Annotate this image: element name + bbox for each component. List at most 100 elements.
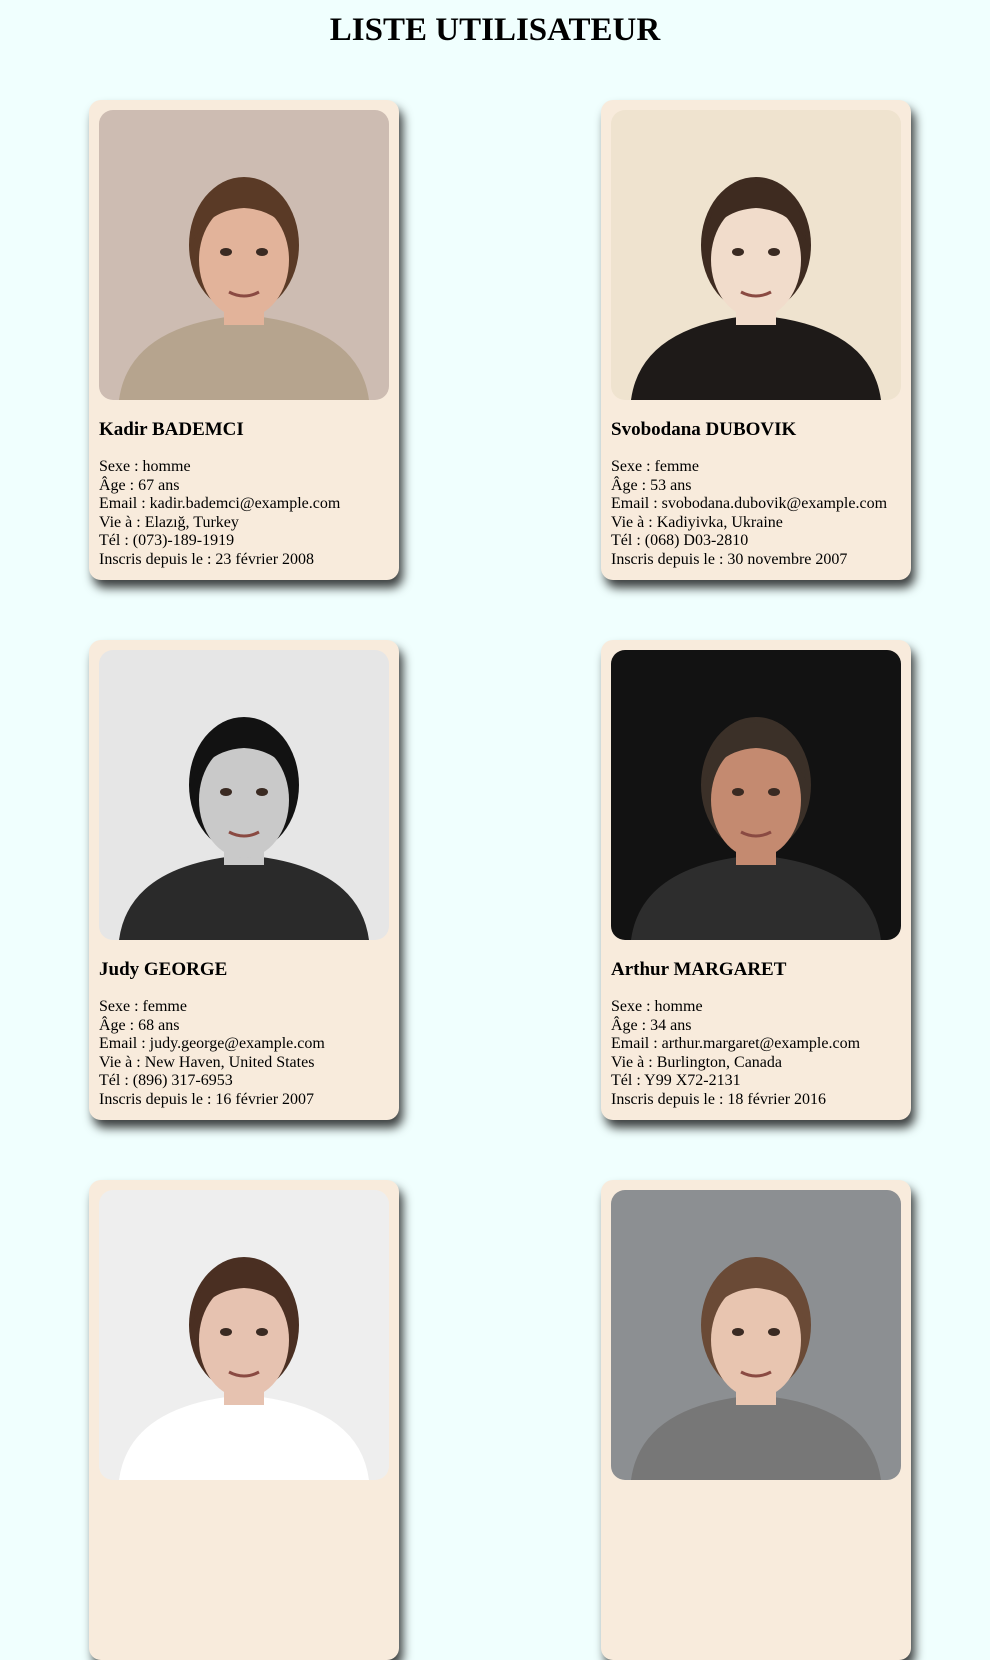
location-value: Elazığ, Turkey <box>144 513 239 531</box>
email-label: Email : <box>611 1035 662 1052</box>
user-gender: Sexe : femme <box>99 998 389 1017</box>
page-title: LISTE UTILISATEUR <box>329 12 661 48</box>
portrait-icon <box>99 650 389 940</box>
user-email: Email : svobodana.dubovik@example.com <box>611 495 901 514</box>
registered-value: 16 février 2007 <box>215 1090 315 1108</box>
user-photo <box>99 650 389 940</box>
portrait-icon <box>99 1190 389 1480</box>
user-photo <box>611 650 901 940</box>
age-unit: ans <box>666 476 692 494</box>
user-card: Judy GEORGE Sexe : femme Âge : 68 ans Em… <box>89 640 399 1120</box>
gender-value: femme <box>142 998 187 1015</box>
user-photo <box>99 110 389 400</box>
user-age: Âge : 34 ans <box>611 1017 901 1036</box>
registered-value: 23 février 2008 <box>215 550 315 568</box>
age-value: 53 <box>650 476 667 494</box>
gender-label: Sexe : <box>99 998 143 1015</box>
user-info: Sexe : femme Âge : 68 ans Email : judy.g… <box>99 998 389 1109</box>
location-value: Burlington, Canada <box>656 1053 782 1071</box>
email-label: Email : <box>99 495 150 512</box>
age-label: Âge : <box>611 1016 651 1034</box>
user-gender: Sexe : femme <box>611 458 901 477</box>
phone-label: Tél : <box>611 1072 645 1089</box>
user-gender: Sexe : homme <box>611 998 901 1017</box>
user-name: Arthur MARGARET <box>611 959 787 980</box>
phone-label: Tél : <box>99 532 133 549</box>
portrait-icon <box>611 650 901 940</box>
gender-label: Sexe : <box>99 458 143 475</box>
user-gender: Sexe : homme <box>99 458 389 477</box>
user-registered: Inscris depuis le : 23 février 2008 <box>99 551 389 570</box>
user-card: Sexe : Âge : ans Email : Vie à : Tél : I… <box>601 1180 911 1660</box>
user-email: Email : arthur.margaret@example.com <box>611 1035 901 1054</box>
age-unit: ans <box>154 1016 180 1034</box>
user-phone: Tél : (068) D03-2810 <box>611 532 901 551</box>
user-photo <box>611 110 901 400</box>
user-email: Email : kadir.bademci@example.com <box>99 495 389 514</box>
location-label: Vie à : <box>99 513 145 531</box>
location-label: Vie à : <box>611 513 657 531</box>
registered-label: Inscris depuis le : <box>99 550 216 568</box>
email-value: judy.george@example.com <box>149 1035 325 1052</box>
age-label: Âge : <box>611 476 651 494</box>
user-card: Svobodana DUBOVIK Sexe : femme Âge : 53 … <box>601 100 911 580</box>
user-info: Sexe : femme Âge : 53 ans Email : svobod… <box>611 458 901 569</box>
portrait-icon <box>99 110 389 400</box>
age-label: Âge : <box>99 1016 139 1034</box>
user-card: Arthur MARGARET Sexe : homme Âge : 34 an… <box>601 640 911 1120</box>
email-value: arthur.margaret@example.com <box>661 1035 861 1052</box>
user-location: Vie à : Kadiyivka, Ukraine <box>611 514 901 533</box>
age-label: Âge : <box>99 476 139 494</box>
phone-value: (896) 317-6953 <box>132 1072 233 1089</box>
user-name: Judy GEORGE <box>99 959 228 980</box>
user-phone: Tél : (073)-189-1919 <box>99 532 389 551</box>
email-value: kadir.bademci@example.com <box>149 495 341 512</box>
user-card: Sexe : Âge : ans Email : Vie à : Tél : I… <box>89 1180 399 1660</box>
user-phone: Tél : (896) 317-6953 <box>99 1072 389 1091</box>
user-email: Email : judy.george@example.com <box>99 1035 389 1054</box>
gender-value: femme <box>654 458 699 475</box>
gender-label: Sexe : <box>611 458 655 475</box>
gender-value: homme <box>654 998 703 1015</box>
user-card: Kadir BADEMCI Sexe : homme Âge : 67 ans … <box>89 100 399 580</box>
user-registered: Inscris depuis le : 30 novembre 2007 <box>611 551 901 570</box>
phone-value: (073)-189-1919 <box>132 532 235 549</box>
location-label: Vie à : <box>611 1053 657 1071</box>
user-photo <box>611 1190 901 1480</box>
user-location: Vie à : Burlington, Canada <box>611 1054 901 1073</box>
location-value: New Haven, United States <box>144 1053 315 1071</box>
user-name: Svobodana DUBOVIK <box>611 419 797 440</box>
user-age: Âge : 68 ans <box>99 1017 389 1036</box>
user-age: Âge : 53 ans <box>611 477 901 496</box>
email-label: Email : <box>99 1035 150 1052</box>
registered-label: Inscris depuis le : <box>611 1090 728 1108</box>
phone-value: Y99 X72-2131 <box>644 1072 741 1089</box>
age-value: 67 <box>138 476 155 494</box>
registered-label: Inscris depuis le : <box>99 1090 216 1108</box>
phone-label: Tél : <box>99 1072 133 1089</box>
user-photo <box>99 1190 389 1480</box>
location-label: Vie à : <box>99 1053 145 1071</box>
email-label: Email : <box>611 495 662 512</box>
user-location: Vie à : Elazığ, Turkey <box>99 514 389 533</box>
user-registered: Inscris depuis le : 18 février 2016 <box>611 1091 901 1110</box>
registered-value: 18 février 2016 <box>727 1090 827 1108</box>
user-age: Âge : 67 ans <box>99 477 389 496</box>
user-registered: Inscris depuis le : 16 février 2007 <box>99 1091 389 1110</box>
age-unit: ans <box>154 476 180 494</box>
user-info: Sexe : homme Âge : 34 ans Email : arthur… <box>611 998 901 1109</box>
portrait-icon <box>611 110 901 400</box>
registered-value: 30 novembre 2007 <box>727 550 848 568</box>
phone-value: (068) D03-2810 <box>644 532 749 549</box>
user-phone: Tél : Y99 X72-2131 <box>611 1072 901 1091</box>
gender-label: Sexe : <box>611 998 655 1015</box>
user-location: Vie à : New Haven, United States <box>99 1054 389 1073</box>
phone-label: Tél : <box>611 532 645 549</box>
age-unit: ans <box>666 1016 692 1034</box>
location-value: Kadiyivka, Ukraine <box>656 513 783 531</box>
age-value: 34 <box>650 1016 667 1034</box>
email-value: svobodana.dubovik@example.com <box>661 495 888 512</box>
user-info: Sexe : homme Âge : 67 ans Email : kadir.… <box>99 458 389 569</box>
age-value: 68 <box>138 1016 155 1034</box>
gender-value: homme <box>142 458 191 475</box>
